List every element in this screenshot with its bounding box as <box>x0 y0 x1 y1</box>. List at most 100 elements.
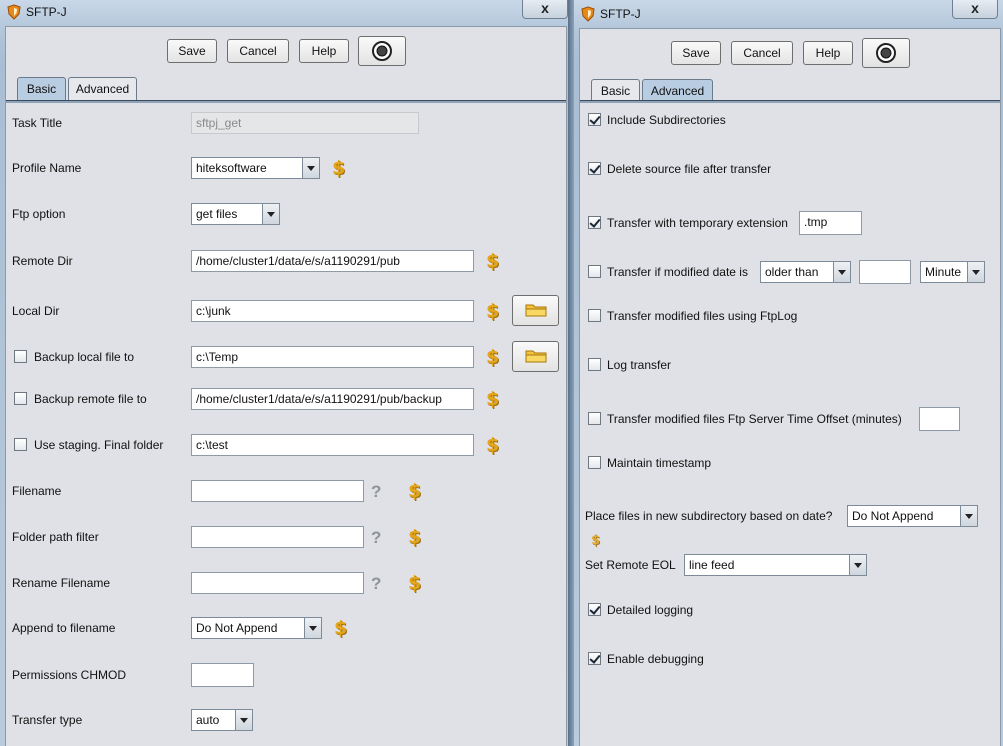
help-button[interactable]: Help <box>299 39 349 63</box>
right-window: SFTP-J x Save Cancel Help Basic Advanced… <box>574 0 1003 746</box>
include-subdirectories-checkbox[interactable] <box>588 113 601 126</box>
use-staging-checkbox[interactable] <box>14 438 27 451</box>
chevron-down-icon <box>302 158 319 178</box>
backup-remote-input[interactable]: /home/cluster1/data/e/s/a1190291/pub/bac… <box>191 388 474 410</box>
backup-local-input[interactable]: c:\Temp <box>191 346 474 368</box>
chevron-down-icon <box>235 710 252 730</box>
filename-input[interactable] <box>191 480 364 502</box>
modified-date-unit-value: Minute <box>925 265 962 279</box>
temp-extension-checkbox[interactable] <box>588 216 601 229</box>
cancel-button[interactable]: Cancel <box>227 39 289 63</box>
run-button[interactable] <box>358 36 406 66</box>
append-to-filename-value: Do Not Append <box>196 621 278 635</box>
ftp-option-select[interactable]: get files <box>191 203 280 225</box>
target-icon <box>372 41 392 61</box>
remote-eol-label: Set Remote EOL <box>585 558 676 572</box>
dollar-icon[interactable]: $ <box>334 618 347 638</box>
dollar-icon[interactable]: $ <box>408 481 421 501</box>
run-button[interactable] <box>862 38 910 68</box>
modified-date-comparison-value: older than <box>765 265 819 279</box>
transfer-type-select[interactable]: auto <box>191 709 253 731</box>
left-title-bar[interactable]: SFTP-J x <box>0 0 568 26</box>
dollar-icon[interactable]: $ <box>486 301 499 321</box>
append-to-filename-select[interactable]: Do Not Append <box>191 617 322 639</box>
rename-filename-input[interactable] <box>191 572 364 594</box>
detailed-logging-checkbox[interactable] <box>588 603 601 616</box>
help-question-icon[interactable]: ? <box>371 482 381 502</box>
backup-remote-label: Backup remote file to <box>34 392 147 406</box>
modified-date-amount-input[interactable] <box>859 260 911 284</box>
use-staging-label: Use staging. Final folder <box>34 438 164 452</box>
temp-extension-label: Transfer with temporary extension <box>607 216 788 230</box>
close-button[interactable]: x <box>522 0 568 19</box>
modified-date-unit-select[interactable]: Minute <box>920 261 985 283</box>
backup-local-checkbox[interactable] <box>14 350 27 363</box>
ftplog-checkbox[interactable] <box>588 309 601 322</box>
temp-extension-input[interactable]: .tmp <box>799 211 862 235</box>
task-title-label: Task Title <box>12 116 63 130</box>
dollar-icon[interactable]: $ <box>486 435 499 455</box>
folder-path-filter-label: Folder path filter <box>12 530 99 544</box>
remote-dir-input[interactable]: /home/cluster1/data/e/s/a1190291/pub <box>191 250 474 272</box>
permissions-chmod-label: Permissions CHMOD <box>12 668 127 682</box>
window-title: SFTP-J <box>26 5 67 19</box>
tab-advanced[interactable]: Advanced <box>68 77 137 100</box>
save-button[interactable]: Save <box>671 41 721 65</box>
right-client-area: Save Cancel Help Basic Advanced Include … <box>579 28 1001 746</box>
dollar-icon[interactable]: $ <box>332 158 345 178</box>
dollar-icon[interactable]: $ <box>486 347 499 367</box>
left-client-area: Save Cancel Help Basic Advanced Task Tit… <box>5 26 567 746</box>
dollar-icon[interactable]: $ <box>408 573 421 593</box>
dollar-icon[interactable]: $ <box>486 389 499 409</box>
tab-advanced[interactable]: Advanced <box>642 79 713 102</box>
append-to-filename-label: Append to filename <box>12 621 116 635</box>
right-title-bar[interactable]: SFTP-J x <box>574 0 1003 26</box>
local-dir-input[interactable]: c:\junk <box>191 300 474 322</box>
cancel-button[interactable]: Cancel <box>731 41 793 65</box>
final-folder-input[interactable]: c:\test <box>191 434 474 456</box>
transfer-type-label: Transfer type <box>12 713 83 727</box>
tab-basic[interactable]: Basic <box>591 79 640 102</box>
save-button[interactable]: Save <box>167 39 217 63</box>
maintain-timestamp-checkbox[interactable] <box>588 456 601 469</box>
chevron-down-icon <box>967 262 984 282</box>
chevron-down-icon <box>960 506 977 526</box>
delete-source-checkbox[interactable] <box>588 162 601 175</box>
folder-icon <box>525 304 547 317</box>
backup-remote-checkbox[interactable] <box>14 392 27 405</box>
tab-basic[interactable]: Basic <box>17 77 66 100</box>
folder-path-filter-input[interactable] <box>191 526 364 548</box>
profile-name-value: hiteksoftware <box>196 161 267 175</box>
rename-filename-label: Rename Filename <box>12 576 111 590</box>
dollar-icon[interactable]: $ <box>591 531 600 551</box>
dollar-icon[interactable]: $ <box>486 251 499 271</box>
remote-eol-value: line feed <box>689 558 735 572</box>
dollar-icon[interactable]: $ <box>408 527 421 547</box>
chevron-down-icon <box>849 555 866 575</box>
modified-date-label: Transfer if modified date is <box>607 265 748 279</box>
server-offset-checkbox[interactable] <box>588 412 601 425</box>
help-question-icon[interactable]: ? <box>371 574 381 594</box>
modified-date-checkbox[interactable] <box>588 265 601 278</box>
profile-name-select[interactable]: hiteksoftware <box>191 157 320 179</box>
server-offset-input[interactable] <box>919 407 960 431</box>
shield-icon <box>7 4 21 20</box>
browse-backup-local-button[interactable] <box>512 341 559 372</box>
tab-underline <box>6 100 566 103</box>
log-transfer-checkbox[interactable] <box>588 358 601 371</box>
transfer-type-value: auto <box>196 713 220 727</box>
backup-local-label: Backup local file to <box>34 350 135 364</box>
modified-date-comparison-select[interactable]: older than <box>760 261 851 283</box>
enable-debugging-checkbox[interactable] <box>588 652 601 665</box>
date-subdirectory-value: Do Not Append <box>852 509 934 523</box>
date-subdirectory-label: Place files in new subdirectory based on… <box>585 509 833 523</box>
remote-eol-select[interactable]: line feed <box>684 554 867 576</box>
browse-local-dir-button[interactable] <box>512 295 559 326</box>
maintain-timestamp-label: Maintain timestamp <box>607 456 712 470</box>
tab-underline <box>580 100 1000 103</box>
permissions-chmod-input[interactable] <box>191 663 254 687</box>
help-question-icon[interactable]: ? <box>371 528 381 548</box>
help-button[interactable]: Help <box>803 41 853 65</box>
date-subdirectory-select[interactable]: Do Not Append <box>847 505 978 527</box>
close-button[interactable]: x <box>952 0 998 19</box>
